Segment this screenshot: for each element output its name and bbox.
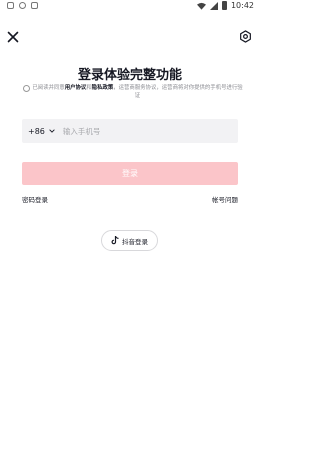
douyin-login-label: 抖音登录 [122, 237, 148, 246]
page-title: 登录体验完整功能 [77, 68, 182, 83]
signal-icon [209, 1, 218, 10]
notification-icons [7, 2, 38, 9]
settings-gear-icon[interactable] [239, 30, 252, 43]
chevron-down-icon[interactable] [49, 129, 55, 133]
carrier-agreement-text: ，运营商服务协议 [113, 85, 157, 91]
app-notification-icon [7, 2, 14, 9]
sync-notification-icon [19, 2, 26, 9]
login-button[interactable]: 登录 [22, 162, 238, 185]
wifi-icon [196, 2, 206, 10]
status-bar: 10:42 [0, 0, 260, 14]
battery-icon [221, 1, 227, 10]
account-problem-link[interactable]: 帐号问题 [212, 194, 238, 204]
douyin-logo-icon [111, 236, 119, 245]
top-bar [0, 28, 260, 48]
app-notification-icon [31, 2, 38, 9]
phone-input[interactable] [62, 126, 203, 136]
douyin-login-button[interactable]: 抖音登录 [101, 230, 158, 251]
agreement-text: 已阅读并同意用户协议和隐私政策，运营商服务协议，运营商将对你提供的手机号进行验证 [23, 84, 243, 100]
clock: 10:42 [230, 1, 254, 10]
phone-field: +86 [22, 119, 238, 143]
agreement-checkbox[interactable] [23, 85, 30, 92]
country-code[interactable]: +86 [28, 127, 45, 136]
user-agreement-link[interactable]: 用户协议 [65, 85, 87, 91]
privacy-policy-link[interactable]: 隐私政策 [92, 85, 114, 91]
close-icon[interactable] [7, 31, 19, 43]
password-login-link[interactable]: 密码登录 [22, 194, 48, 204]
agreement-prefix: 已阅读并同意 [32, 85, 65, 91]
